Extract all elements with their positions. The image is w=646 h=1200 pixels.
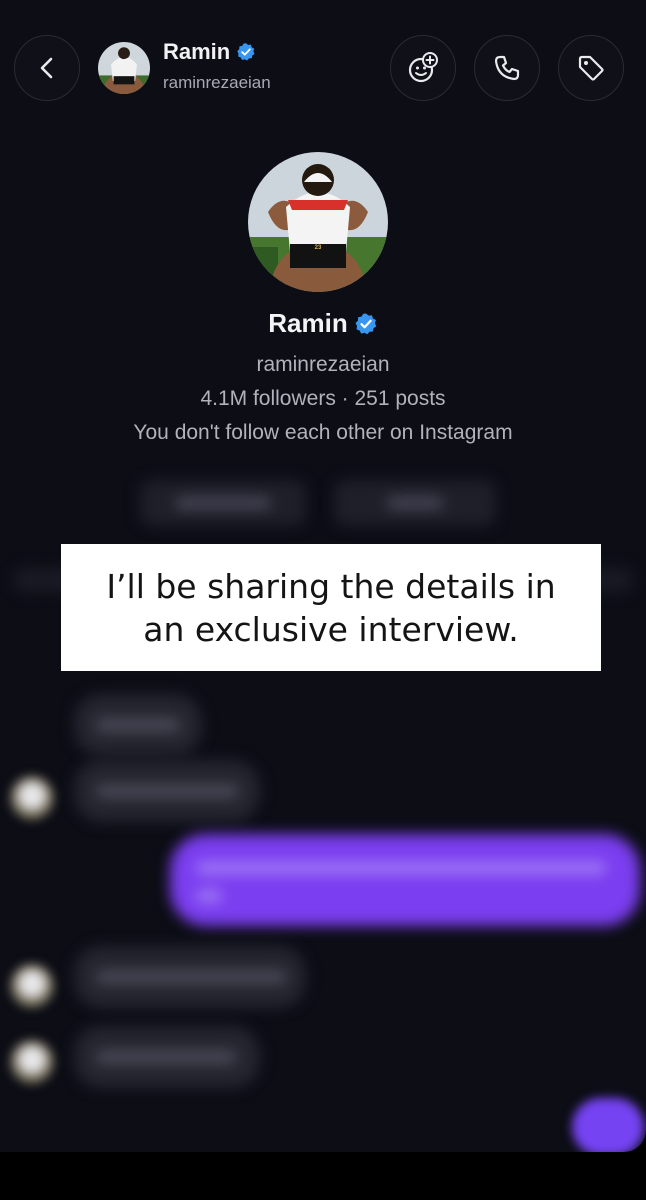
profile-stats: 4.1M followers · 251 posts [200,387,446,410]
caption-overlay: I’ll be sharing the details in an exclus… [61,544,601,671]
sender-avatar[interactable] [10,964,54,1008]
profile-username: raminrezaeian [256,353,390,376]
compose-action-button[interactable] [572,1098,644,1152]
verified-badge-icon [355,313,377,334]
sender-avatar[interactable] [10,1040,54,1084]
tag-button[interactable] [558,35,624,101]
message-bubble-incoming[interactable] [74,760,260,822]
profile-display-name: Ramin [268,308,348,338]
profile-avatar[interactable]: 23 [248,152,388,292]
dm-thread-screen: Ramin raminrezaeian 23 Ramin raminrezaei… [0,0,646,1152]
message-bubble-incoming[interactable] [74,946,306,1008]
tag-icon [578,55,604,81]
verified-badge-icon [237,43,255,61]
header-name[interactable]: Ramin [163,39,256,65]
message-bubble-outgoing[interactable] [170,834,640,926]
ai-sticker-button[interactable] [390,35,456,101]
message-bubble-incoming[interactable] [74,1026,260,1088]
view-profile-button[interactable] [140,480,306,526]
message-bubble-incoming[interactable] [74,694,202,756]
follow-button[interactable] [334,480,496,526]
caption-text: I’ll be sharing the details in an exclus… [106,566,556,649]
header-display-name: Ramin [163,39,231,64]
profile-name: Ramin [0,308,646,339]
back-button[interactable] [14,35,80,101]
jersey-number: 23 [315,245,322,251]
phone-call-icon [494,55,520,81]
header-username: raminrezaeian [163,73,271,92]
audio-call-button[interactable] [474,35,540,101]
sender-avatar[interactable] [10,776,54,820]
header-avatar[interactable] [98,42,150,94]
profile-relationship: You don't follow each other on Instagram [133,421,513,444]
thread-header: Ramin raminrezaeian [0,26,646,110]
ai-sticker-icon [408,52,438,83]
chevron-left-icon [40,57,53,79]
